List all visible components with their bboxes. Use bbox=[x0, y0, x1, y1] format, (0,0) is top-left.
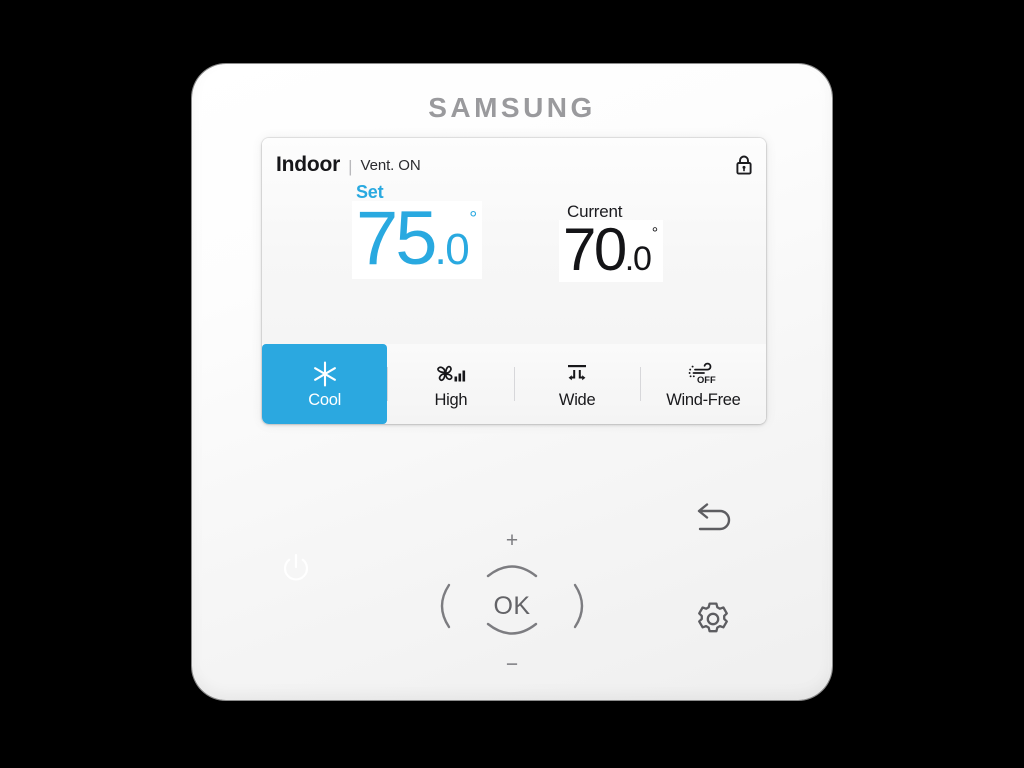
svg-text:OFF: OFF bbox=[697, 374, 716, 385]
set-temperature-decimal: .0 bbox=[434, 225, 470, 274]
current-temperature-whole: 70 bbox=[563, 216, 627, 283]
increase-label[interactable]: + bbox=[414, 530, 610, 551]
current-temperature-degree: ° bbox=[651, 225, 659, 242]
set-temperature-value: 75.0° bbox=[352, 201, 483, 279]
current-temperature-block: Current 70.0° bbox=[559, 202, 664, 282]
mode-label-cool: Cool bbox=[308, 391, 341, 410]
decrease-label[interactable]: − bbox=[414, 654, 610, 675]
airflow-direction-label: Wide bbox=[558, 391, 596, 410]
back-button[interactable] bbox=[687, 496, 739, 542]
zone-label: Indoor bbox=[276, 153, 341, 176]
power-button[interactable] bbox=[273, 545, 319, 591]
chevron-right-icon[interactable] bbox=[566, 580, 596, 632]
status-bar: Indoor | Vent. ON bbox=[276, 152, 754, 178]
airflow-direction-button[interactable]: Wide bbox=[515, 344, 640, 424]
vent-status-label: Vent. ON bbox=[360, 156, 421, 174]
wind-free-button[interactable]: OFF Wind-Free bbox=[641, 344, 766, 424]
lock-icon[interactable] bbox=[734, 154, 754, 176]
chevron-left-icon[interactable] bbox=[428, 580, 458, 632]
samsung-logo-text: SAMSUNG bbox=[428, 92, 596, 123]
function-bar: Cool High Wide OFF Wind-Free bbox=[262, 344, 766, 424]
fan-speed-label: High bbox=[434, 391, 468, 410]
fan-speed-icon bbox=[434, 359, 468, 389]
thermostat-device: SAMSUNG Indoor | Vent. ON Set 75.0° Curr… bbox=[192, 64, 832, 700]
current-temperature-decimal: .0 bbox=[624, 240, 652, 278]
fan-speed-button[interactable]: High bbox=[388, 344, 513, 424]
mode-button-cool[interactable]: Cool bbox=[262, 344, 388, 424]
chevron-down-icon[interactable] bbox=[480, 614, 544, 648]
samsung-logo: SAMSUNG bbox=[192, 92, 832, 124]
set-temperature-block[interactable]: Set 75.0° bbox=[352, 182, 483, 279]
status-separator: | bbox=[348, 156, 353, 176]
set-temperature-whole: 75 bbox=[356, 196, 438, 281]
snowflake-icon bbox=[310, 359, 340, 389]
wind-free-label: Wind-Free bbox=[666, 391, 741, 410]
navigation-pad: + OK − bbox=[414, 462, 610, 734]
chevron-up-icon[interactable] bbox=[480, 552, 544, 586]
current-temperature-value: 70.0° bbox=[559, 220, 664, 282]
wind-free-off-icon: OFF bbox=[684, 359, 722, 389]
airflow-wide-icon bbox=[561, 359, 593, 389]
settings-button[interactable] bbox=[688, 594, 738, 644]
set-temperature-degree: ° bbox=[469, 208, 478, 230]
temperature-area: Set 75.0° Current 70.0° bbox=[262, 182, 766, 332]
lcd-screen[interactable]: Indoor | Vent. ON Set 75.0° Current 70.0… bbox=[262, 138, 766, 424]
